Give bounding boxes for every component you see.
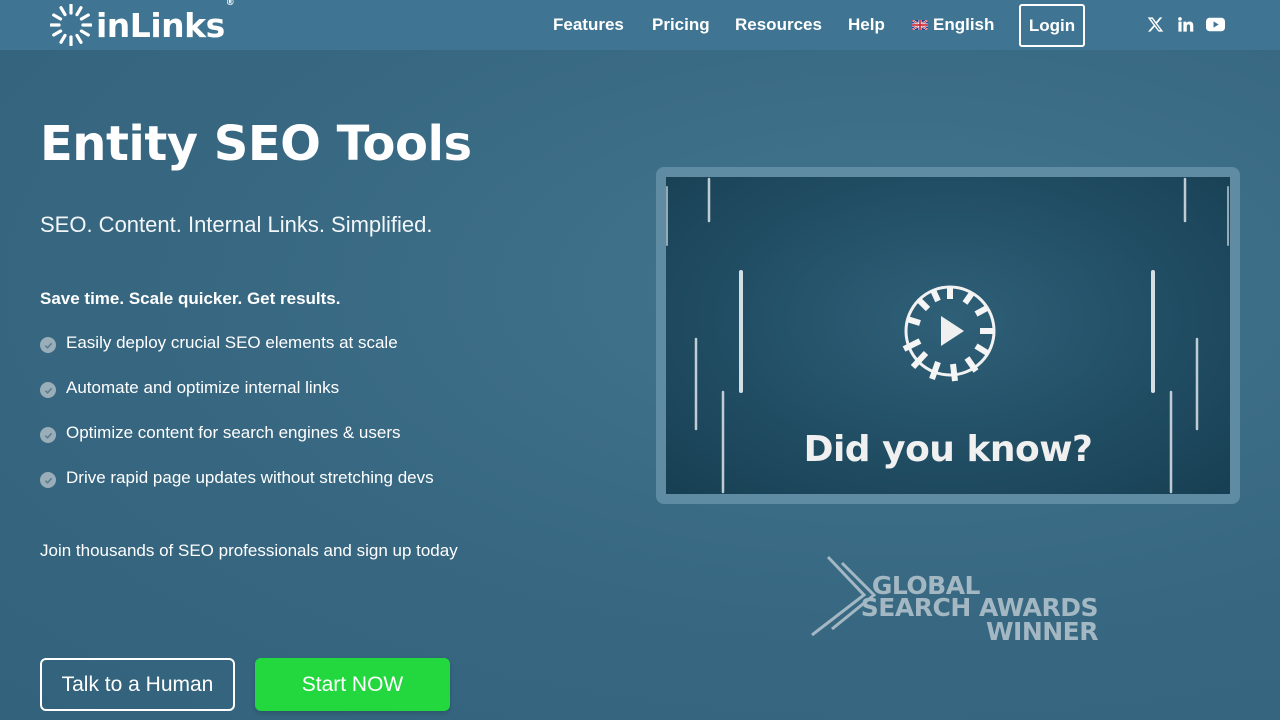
list-item: Optimize content for search engines & us… [40,423,434,468]
play-button-icon[interactable] [898,283,1002,401]
hero-subtitle: SEO. Content. Internal Links. Simplified… [40,212,433,237]
language-label: English [933,15,995,34]
page-title: Entity SEO Tools [40,116,472,172]
feature-text: Optimize content for search engines & us… [66,423,401,442]
linkedin-icon[interactable] [1175,14,1195,34]
hero-tagline: Save time. Scale quicker. Get results. [40,289,341,308]
start-now-button[interactable]: Start NOW [255,658,450,711]
list-item: Automate and optimize internal links [40,378,434,423]
feature-list: Easily deploy crucial SEO elements at sc… [40,333,434,513]
talk-to-human-button[interactable]: Talk to a Human [40,658,235,711]
check-icon [40,427,56,443]
award-line-3: WINNER [985,617,1099,646]
youtube-icon[interactable] [1205,14,1225,34]
global-search-awards-badge: GLOBAL SEARCH AWARDS WINNER [808,553,1099,646]
video-player[interactable]: Did you know? [666,177,1230,494]
site-header: inLinks® Features Pricing Resources Help… [0,0,1280,50]
feature-text: Automate and optimize internal links [66,378,340,397]
feature-text: Easily deploy crucial SEO elements at sc… [66,333,398,352]
list-item: Drive rapid page updates without stretch… [40,468,434,513]
inlinks-logo[interactable]: inLinks® [50,0,235,46]
nav-pricing[interactable]: Pricing [652,15,710,35]
list-item: Easily deploy crucial SEO elements at sc… [40,333,434,378]
nav-resources[interactable]: Resources [735,15,822,35]
check-icon [40,382,56,398]
nav-help[interactable]: Help [848,15,885,35]
uk-flag-icon [912,19,928,30]
check-icon [40,472,56,488]
logo-text: inLinks® [96,0,235,45]
nav-language-english[interactable]: English [912,15,994,35]
join-text: Join thousands of SEO professionals and … [40,541,458,560]
nav-features[interactable]: Features [553,15,624,35]
video-caption: Did you know? [803,429,1093,470]
feature-text: Drive rapid page updates without stretch… [66,468,434,487]
logo-burst-icon [50,4,92,46]
login-button[interactable]: Login [1019,4,1085,47]
check-icon [40,337,56,353]
x-icon[interactable] [1145,14,1165,34]
